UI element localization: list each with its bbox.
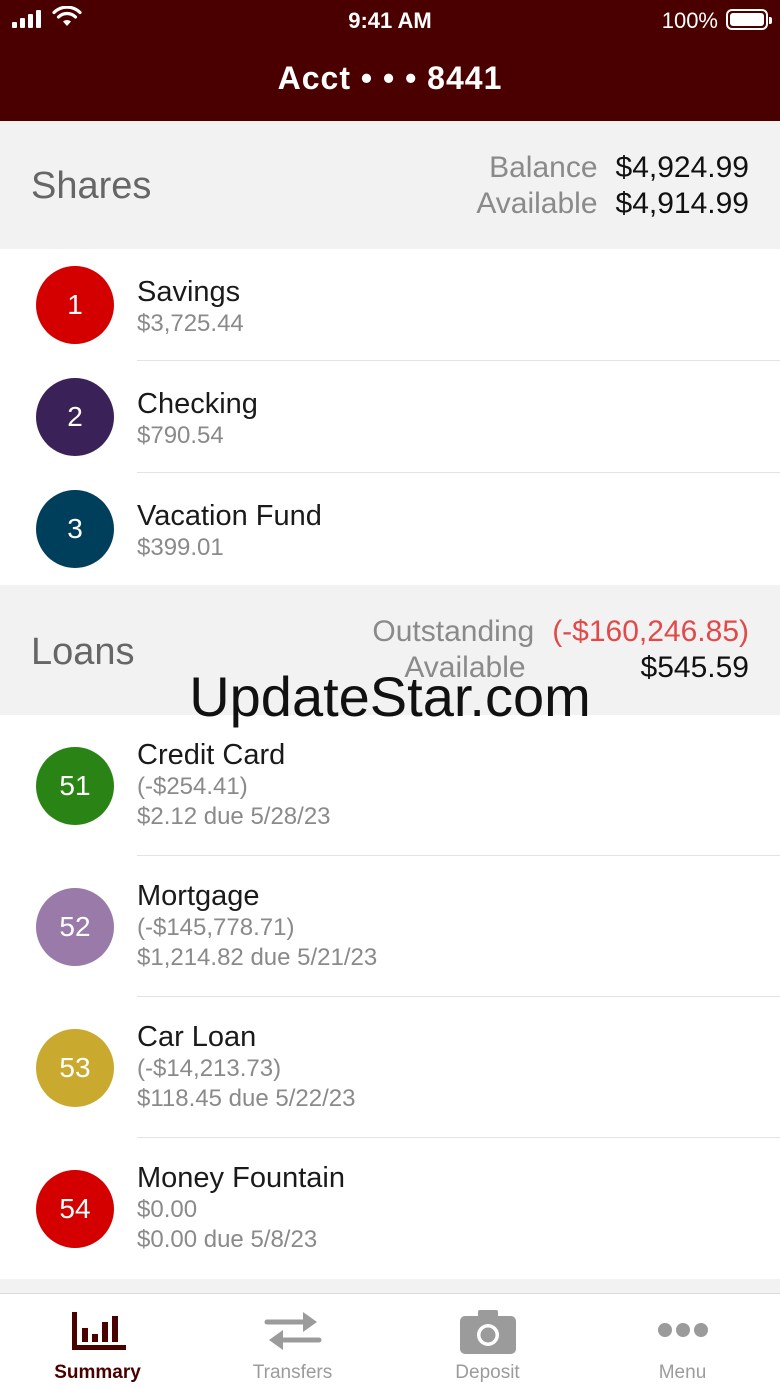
tab-deposit[interactable]: Deposit xyxy=(390,1294,585,1387)
loan-row-mortgage[interactable]: 52 Mortgage (-$145,778.71) $1,214.82 due… xyxy=(0,856,780,997)
swap-arrows-icon xyxy=(264,1312,321,1350)
tab-label: Transfers xyxy=(252,1362,333,1383)
share-amount: $3,725.44 xyxy=(137,310,244,337)
bar-chart-icon xyxy=(71,1312,126,1350)
tab-summary[interactable]: Summary xyxy=(0,1294,195,1387)
tab-menu[interactable]: Menu xyxy=(585,1294,780,1387)
shares-balance: Balance $4,924.99 xyxy=(489,151,749,185)
loan-balance: (-$145,778.71) xyxy=(137,914,295,941)
share-name: Checking xyxy=(137,388,258,420)
battery-percent: 100% xyxy=(661,8,718,33)
account-title: Acct • • • 8441 xyxy=(277,60,503,96)
share-badge: 3 xyxy=(36,490,114,568)
loan-name: Car Loan xyxy=(137,1021,257,1053)
loan-row-credit-card[interactable]: 51 Credit Card (-$254.41) $2.12 due 5/28… xyxy=(0,715,780,856)
loan-balance: $0.00 xyxy=(137,1196,198,1223)
share-row-savings[interactable]: 1 Savings $3,725.44 xyxy=(0,249,780,361)
camera-icon xyxy=(459,1310,516,1354)
loan-due: $2.12 due 5/28/23 xyxy=(137,803,331,830)
loan-badge: 51 xyxy=(36,747,114,825)
loans-outstanding: Outstanding (-$160,246.85) xyxy=(372,615,749,649)
watermark: UpdateStar.com xyxy=(189,665,591,728)
loan-name: Mortgage xyxy=(137,880,260,912)
outstanding-value: (-$160,246.85) xyxy=(552,615,749,648)
shares-available: Available $4,914.99 xyxy=(476,187,749,221)
share-amount: $790.54 xyxy=(137,422,224,449)
share-name: Savings xyxy=(137,276,241,308)
balance-label: Balance xyxy=(489,151,598,184)
loan-due: $0.00 due 5/8/23 xyxy=(137,1226,318,1253)
loan-balance: (-$254.41) xyxy=(137,773,248,800)
loan-badge: 52 xyxy=(36,888,114,966)
shares-summary-header: Shares Balance $4,924.99 Available $4,91… xyxy=(0,121,780,249)
loan-row-car-loan[interactable]: 53 Car Loan (-$14,213.73) $118.45 due 5/… xyxy=(0,997,780,1138)
tab-label: Deposit xyxy=(455,1362,520,1383)
available-label: Available xyxy=(476,187,598,220)
loan-due: $118.45 due 5/22/23 xyxy=(137,1085,356,1112)
more-dots-icon xyxy=(657,1323,708,1337)
loan-name: Money Fountain xyxy=(137,1162,345,1194)
share-badge: 2 xyxy=(36,378,114,456)
share-row-checking[interactable]: 2 Checking $790.54 xyxy=(0,361,780,473)
status-bar: 9:41 AM 100% xyxy=(0,0,780,40)
tab-label: Summary xyxy=(54,1362,141,1383)
list-footer-spacer xyxy=(0,1279,780,1293)
app-header: 9:41 AM 100% Acct • • • 8441 xyxy=(0,0,780,121)
share-badge: 1 xyxy=(36,266,114,344)
tab-transfers[interactable]: Transfers xyxy=(195,1294,390,1387)
outstanding-label: Outstanding xyxy=(372,615,535,648)
loan-row-money-fountain[interactable]: 54 Money Fountain $0.00 $0.00 due 5/8/23 xyxy=(0,1138,780,1279)
share-amount: $399.01 xyxy=(137,534,224,561)
share-row-vacation-fund[interactable]: 3 Vacation Fund $399.01 xyxy=(0,473,780,585)
shares-title: Shares xyxy=(31,165,152,207)
loan-balance: (-$14,213.73) xyxy=(137,1055,282,1082)
loan-badge: 54 xyxy=(36,1170,114,1248)
tab-bar: Summary Transfers Deposit Menu xyxy=(0,1293,780,1387)
loan-name: Credit Card xyxy=(137,739,286,771)
battery-icon xyxy=(726,9,772,30)
loan-badge: 53 xyxy=(36,1029,114,1107)
share-name: Vacation Fund xyxy=(137,500,322,532)
balance-value: $4,924.99 xyxy=(615,151,749,184)
tab-label: Menu xyxy=(658,1362,707,1383)
loan-due: $1,214.82 due 5/21/23 xyxy=(137,944,378,971)
available-value: $4,914.99 xyxy=(615,187,749,220)
